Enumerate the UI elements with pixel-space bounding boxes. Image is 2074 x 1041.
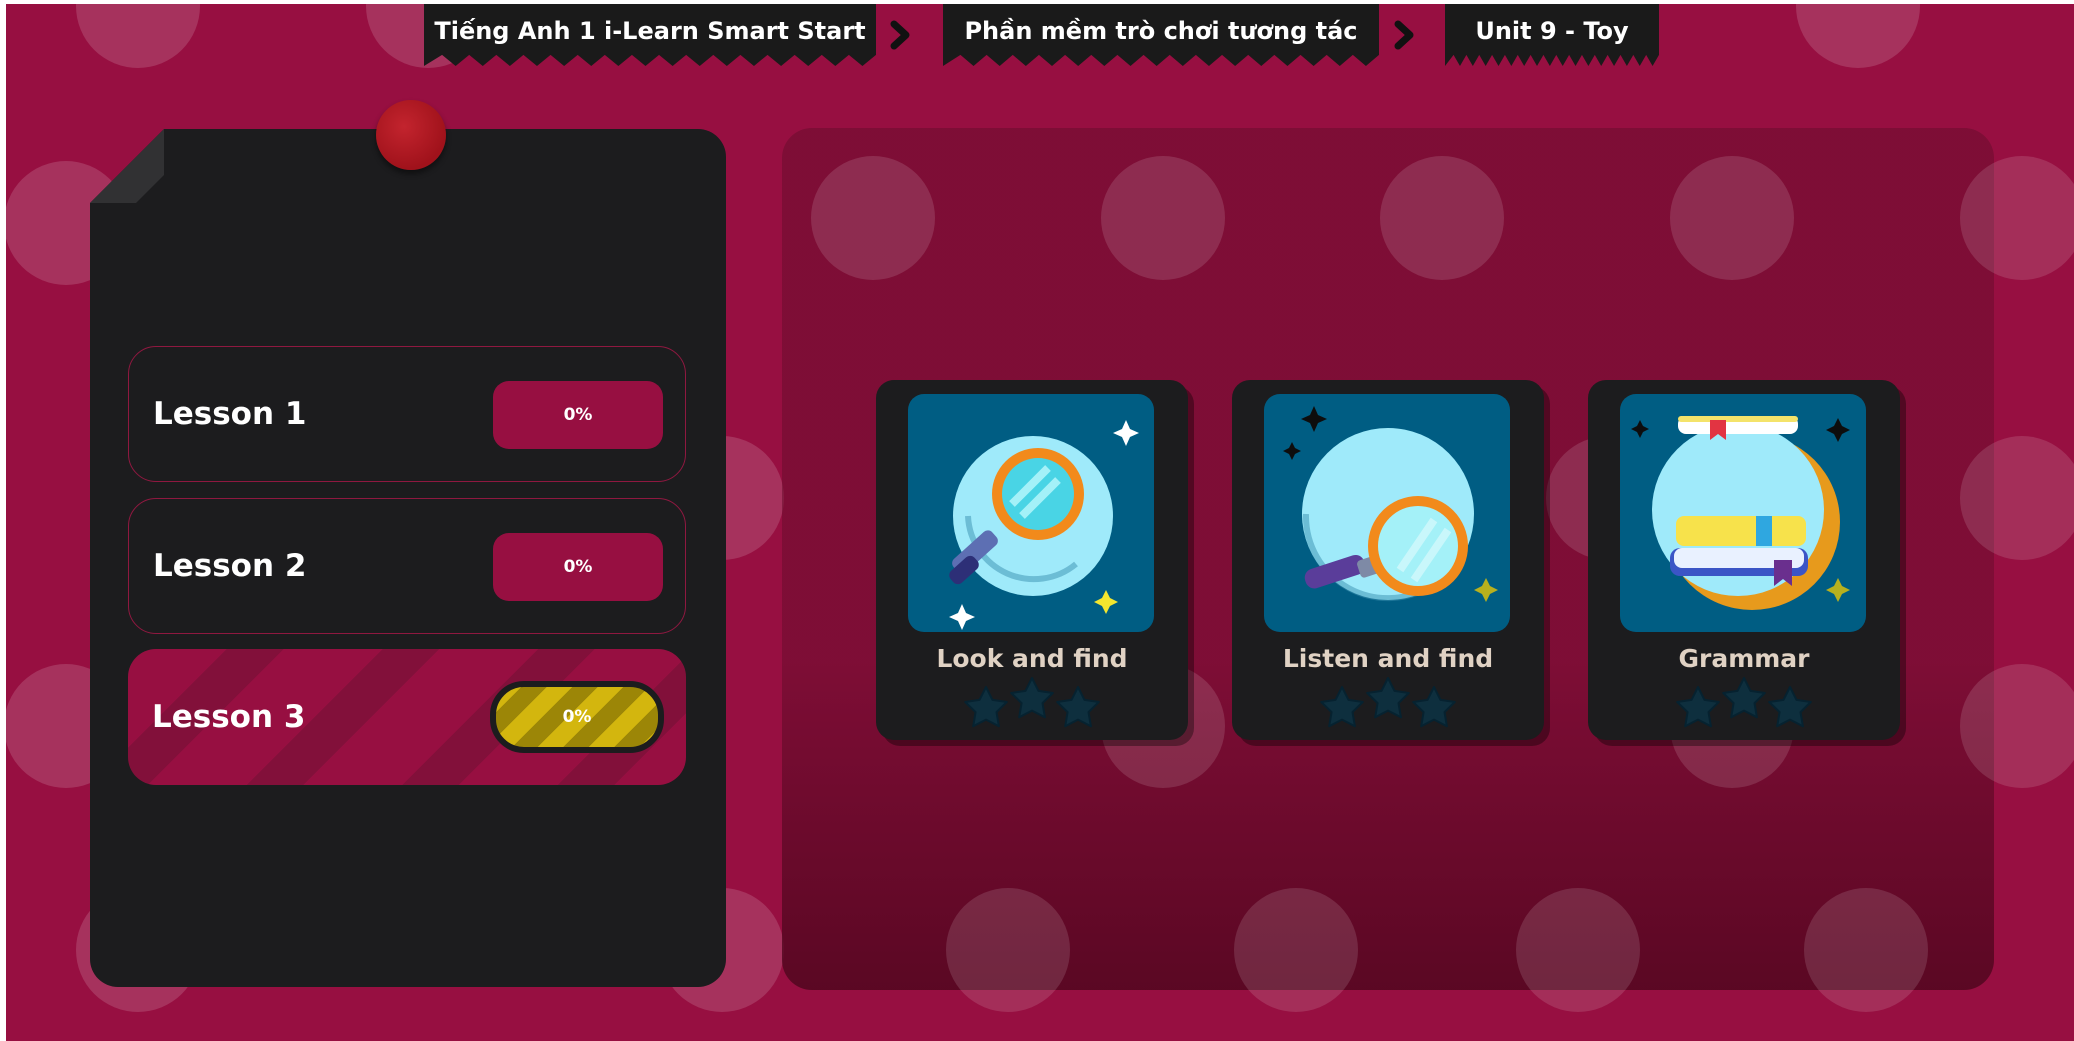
activity-card-grammar[interactable]: Grammar — [1588, 380, 1900, 740]
star-rating — [1676, 677, 1812, 728]
breadcrumb-item-course[interactable]: Tiếng Anh 1 i-Learn Smart Start — [424, 4, 876, 66]
star-icon — [1722, 677, 1766, 719]
breadcrumb-item-unit[interactable]: Unit 9 - Toy — [1445, 4, 1659, 66]
lesson-item-3[interactable]: Lesson 3 0% — [128, 649, 686, 785]
books-icon — [1620, 394, 1866, 632]
lesson-label: Lesson 1 — [153, 396, 307, 432]
star-icon — [1320, 686, 1364, 728]
page-background: Tiếng Anh 1 i-Learn Smart Start Phần mềm… — [6, 4, 2074, 1041]
magnifier-icon — [908, 394, 1154, 632]
star-icon — [964, 686, 1008, 728]
star-rating — [1320, 677, 1456, 728]
lesson-label: Lesson 2 — [153, 548, 307, 584]
lesson-progress-badge: 0% — [493, 381, 663, 449]
star-icon — [1676, 686, 1720, 728]
activity-title: Grammar — [1678, 644, 1810, 673]
activity-card-look-and-find[interactable]: Look and find — [876, 380, 1188, 740]
star-icon — [1768, 686, 1812, 728]
lesson-label: Lesson 3 — [152, 699, 306, 735]
breadcrumb-item-software[interactable]: Phần mềm trò chơi tương tác — [943, 4, 1379, 66]
star-icon — [1056, 686, 1100, 728]
chevron-right-icon — [890, 20, 910, 50]
activity-card-listen-and-find[interactable]: Listen and find — [1232, 380, 1544, 740]
activity-title: Listen and find — [1282, 644, 1494, 673]
chevron-right-icon — [1394, 20, 1414, 50]
star-rating — [964, 677, 1100, 728]
pin-icon — [376, 100, 446, 170]
star-icon — [1010, 677, 1054, 719]
lesson-item-1[interactable]: Lesson 1 0% — [128, 346, 686, 482]
lesson-progress-badge: 0% — [490, 681, 664, 753]
star-icon — [1412, 686, 1456, 728]
star-icon — [1366, 677, 1410, 719]
activity-title: Look and find — [936, 644, 1128, 673]
lesson-item-2[interactable]: Lesson 2 0% — [128, 498, 686, 634]
magnifier-icon — [1264, 394, 1510, 632]
lesson-progress-badge: 0% — [493, 533, 663, 601]
